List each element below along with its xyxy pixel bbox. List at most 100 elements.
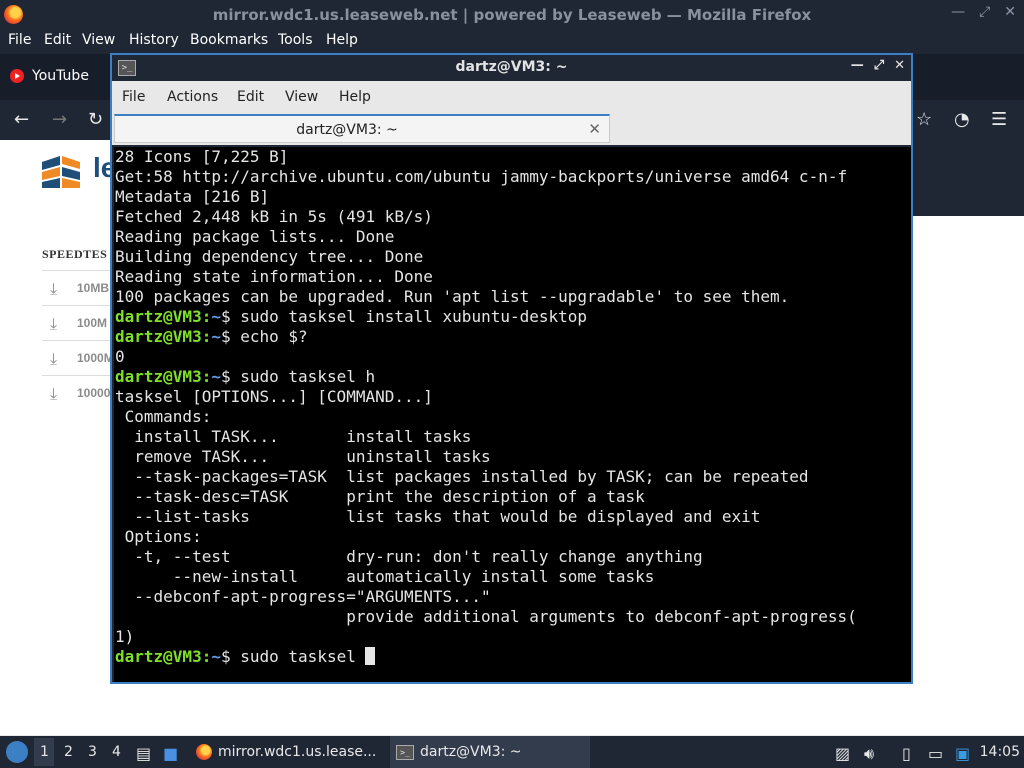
menu-help[interactable]: Help [339,89,371,105]
menu-edit[interactable]: Edit [44,32,71,48]
clock: 14:05 [979,744,1020,760]
updates-icon[interactable]: ▣ [955,744,970,763]
download-link[interactable]: ⤓ 100M [42,305,112,340]
menu-help[interactable]: Help [326,32,358,48]
prompt-user: dartz@VM3 [115,307,202,326]
show-desktop-icon[interactable]: ■ [163,744,178,763]
terminal-line: Get:58 http://archive.ubuntu.com/ubuntu … [115,167,848,186]
terminal-line: install TASK... install tasks [115,427,472,446]
prompt-path: ~ [211,367,221,386]
terminal-line: --list-tasks list tasks that would be di… [115,507,761,526]
terminal-titlebar[interactable]: >_ dartz@VM3: ~ — ⤢ ✕ [112,55,911,81]
terminal-line: dartz@VM3:~$ sudo tasksel h [115,367,911,387]
hamburger-menu-icon[interactable]: ☰ [991,109,1007,130]
workspace-1[interactable]: 1 [40,744,49,760]
menu-bookmarks[interactable]: Bookmarks [190,32,268,48]
terminal-title: dartz@VM3: ~ [455,59,568,75]
terminal-line: 1) [115,627,135,646]
download-link[interactable]: ⤓ 1000M [42,340,114,375]
youtube-icon [10,69,24,83]
terminal-line: dartz@VM3:~$ sudo tasksel [115,647,911,667]
speedtest-heading: SPEEDTES [42,247,108,261]
prompt-separator: : [201,307,212,326]
terminal-line: Reading package lists... Done [115,227,395,246]
terminal-line: Fetched 2,448 kB in 5s (491 kB/s) [115,207,433,226]
files-icon[interactable]: ▤ [136,744,151,763]
tab-youtube[interactable]: YouTube [10,68,89,84]
firefox-window-controls: — ⤢ ✕ [951,4,1016,20]
terminal-window: >_ dartz@VM3: ~ — ⤢ ✕ File Actions Edit … [110,53,913,684]
terminal-line: --task-desc=TASK print the description o… [115,487,645,506]
terminal-line: Metadata [216 B] [115,187,270,206]
volume-icon[interactable]: 🔊︎ [864,744,874,764]
maximize-icon[interactable]: ⤢ [979,4,990,20]
close-icon[interactable]: ✕ [1004,4,1016,20]
workspace-2[interactable]: 2 [64,744,73,760]
prompt-user: dartz@VM3 [115,327,202,346]
bookmark-star-icon[interactable]: ☆ [916,109,932,130]
tab-label: YouTube [32,68,89,84]
terminal-tab[interactable]: dartz@VM3: ~ ✕ [114,114,610,143]
workspace-3[interactable]: 3 [88,744,97,760]
firefox-menubar: File Edit View History Bookmarks Tools H… [0,29,1024,54]
task-label: mirror.wdc1.us.lease... [218,744,377,760]
menu-edit[interactable]: Edit [237,89,264,105]
download-icon: ⤓ [50,314,58,333]
minimize-icon[interactable]: — [951,4,965,20]
firefox-icon [196,744,212,760]
terminal-line: -t, --test dry-run: don't really change … [115,547,703,566]
account-icon[interactable]: ◔ [954,109,970,130]
terminal-output[interactable]: 28 Icons [7,225 B] Get:58 http://archive.… [114,147,911,682]
menu-tools[interactable]: Tools [278,32,313,48]
page-header-dark [912,140,1024,216]
prompt-path: ~ [211,327,221,346]
reload-icon[interactable]: ↻ [88,109,103,130]
minimize-icon[interactable]: — [851,58,864,73]
prompt-user: dartz@VM3 [115,367,202,386]
window-title: mirror.wdc1.us.leaseweb.net | powered by… [212,6,812,24]
terminal-line: --new-install automatically install some… [115,567,655,586]
prompt-separator: : [201,327,212,346]
download-link[interactable]: ⤓ 10000 [42,375,112,410]
terminal-tabbar: dartz@VM3: ~ ✕ [112,112,911,145]
close-tab-icon[interactable]: ✕ [588,120,601,138]
download-link[interactable]: ⤓ 10MB [42,270,112,305]
terminal-line: dartz@VM3:~$ echo $? [115,327,911,347]
back-icon[interactable]: ← [14,109,29,130]
whisker-menu-icon[interactable] [6,741,28,763]
forward-icon[interactable]: → [52,109,67,130]
command-text: $ sudo tasksel [220,647,366,666]
leaseweb-logo-icon [42,156,80,188]
menu-actions[interactable]: Actions [167,89,218,105]
menu-file[interactable]: File [8,32,31,48]
menu-view[interactable]: View [82,32,115,48]
download-icon: ⤓ [50,279,58,298]
prompt-separator: : [201,367,212,386]
terminal-line: Commands: [115,407,212,426]
download-icon: ⤓ [50,384,58,403]
clipboard-icon[interactable]: ▨ [835,744,850,763]
menu-view[interactable]: View [285,89,318,105]
text-cursor [365,647,376,665]
prompt-user: dartz@VM3 [115,647,202,666]
workspace-4[interactable]: 4 [112,744,121,760]
command-text: $ sudo tasksel h [220,367,376,386]
task-firefox[interactable]: mirror.wdc1.us.lease... [192,736,382,768]
task-terminal[interactable]: >_ dartz@VM3: ~ [390,736,590,768]
terminal-line: provide additional arguments to debconf-… [115,607,857,626]
terminal-line: tasksel [OPTIONS...] [COMMAND...] [115,387,433,406]
terminal-window-controls: — ⤢ ✕ [851,58,905,73]
notes-icon[interactable]: ▯ [902,744,911,763]
network-icon[interactable]: ▭ [928,744,943,763]
close-icon[interactable]: ✕ [894,58,905,73]
menu-file[interactable]: File [122,89,145,105]
terminal-line: Building dependency tree... Done [115,247,424,266]
terminal-line: --task-packages=TASK list packages insta… [115,467,809,486]
terminal-line: 100 packages can be upgraded. Run 'apt l… [115,287,790,306]
prompt-path: ~ [211,647,221,666]
terminal-line: --debconf-apt-progress="ARGUMENTS..." [115,587,491,606]
terminal-line: dartz@VM3:~$ sudo tasksel install xubunt… [115,307,911,327]
menu-history[interactable]: History [129,32,179,48]
maximize-icon[interactable]: ⤢ [874,58,884,73]
task-label: dartz@VM3: ~ [420,744,522,760]
